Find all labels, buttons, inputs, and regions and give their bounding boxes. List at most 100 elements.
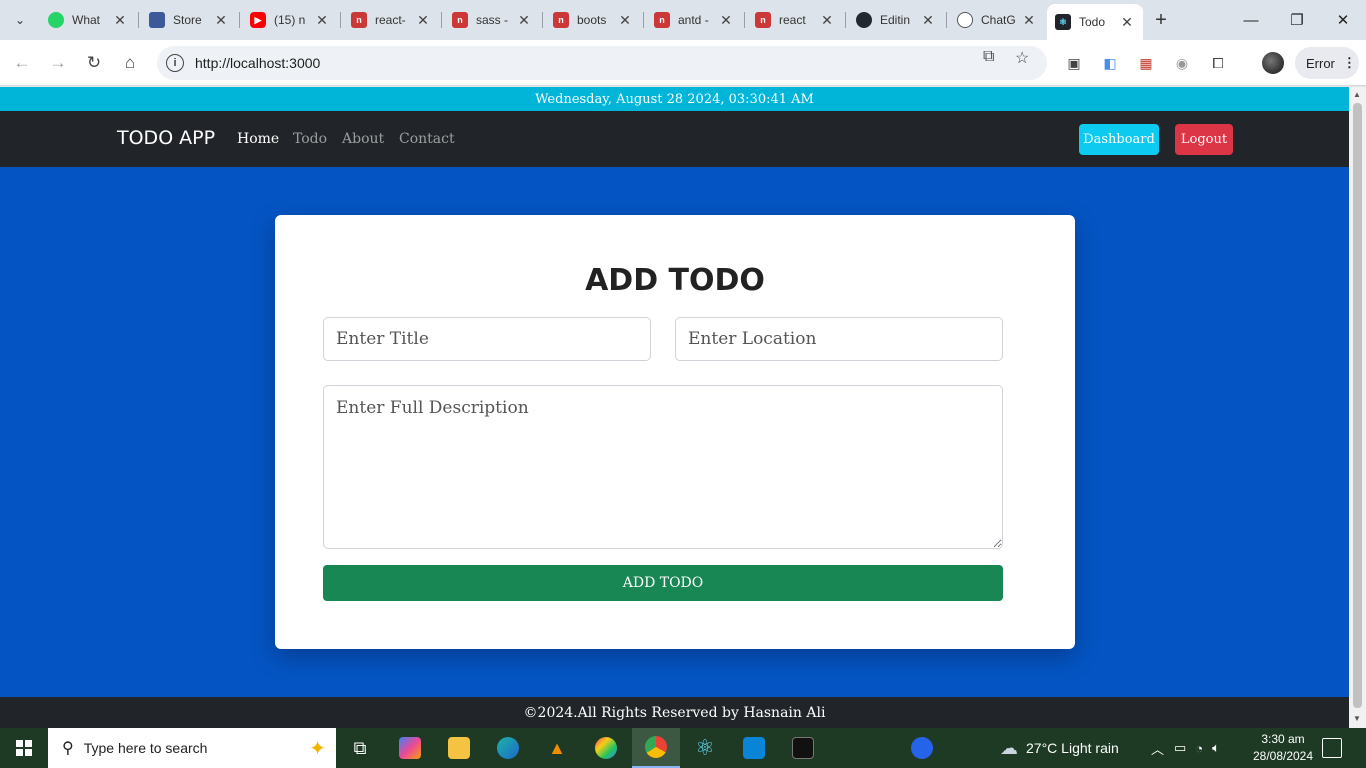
plus-icon: + — [1155, 9, 1167, 31]
nav-link-todo[interactable]: Todo — [293, 131, 327, 147]
home-button[interactable]: ⌂ — [118, 51, 142, 75]
back-button[interactable]: ← — [10, 51, 34, 75]
close-icon[interactable]: ✕ — [112, 12, 128, 29]
scroll-up-icon[interactable]: ▲ — [1353, 90, 1361, 99]
profile-avatar[interactable] — [1262, 52, 1284, 74]
nav-link-contact[interactable]: Contact — [399, 131, 455, 147]
home-icon: ⌂ — [124, 53, 136, 72]
url-text[interactable]: http://localhost:3000 — [195, 55, 320, 71]
taskbar-search[interactable]: ⚲ Type here to search ✦ — [48, 728, 336, 768]
logout-button[interactable]: Logout — [1175, 124, 1233, 155]
close-icon[interactable]: ✕ — [415, 12, 431, 29]
close-icon[interactable]: ✕ — [213, 12, 229, 29]
add-todo-button[interactable]: ADD TODO — [323, 565, 1003, 601]
windows-taskbar: ⚲ Type here to search ✦ ⧉ ▲ ⚛ ☁ 27°C Lig… — [0, 728, 1366, 768]
react-devtools-app[interactable]: ⚛ — [681, 728, 729, 768]
youtube-icon: ▶ — [250, 12, 266, 28]
extensions-puzzle-icon[interactable]: ⧠ — [1207, 52, 1229, 74]
browser-tab[interactable]: Store ✕ — [141, 5, 237, 35]
arrow-right-icon: → — [49, 53, 67, 72]
cloud-rain-icon: ☁ — [1000, 737, 1018, 758]
site-info-icon[interactable]: i — [166, 54, 184, 72]
close-window-button[interactable]: ✕ — [1320, 0, 1366, 40]
browser-tab[interactable]: n sass - ✕ — [444, 5, 540, 35]
npm-icon: n — [351, 12, 367, 28]
open-in-app-icon[interactable]: ⧉ — [983, 48, 994, 66]
close-icon[interactable]: ✕ — [516, 12, 532, 29]
taskbar-clock[interactable]: 3:30 am 28/08/2024 — [1238, 731, 1328, 765]
restore-button[interactable]: ❐ — [1274, 0, 1320, 40]
close-icon[interactable]: ✕ — [1021, 12, 1037, 29]
browser-tab-active[interactable]: ⚛ Todo ✕ — [1047, 4, 1143, 40]
weather-text: 27°C Light rain — [1026, 740, 1119, 756]
weather-widget[interactable]: ☁ 27°C Light rain — [1000, 728, 1119, 768]
terminal-app[interactable] — [779, 728, 827, 768]
browser-tab[interactable]: n react ✕ — [747, 5, 843, 35]
nav-link-home[interactable]: Home — [237, 131, 279, 147]
new-tab-button[interactable]: + — [1150, 9, 1172, 31]
paint-app[interactable] — [582, 728, 630, 768]
volume-icon[interactable]: 🔈︎ — [1212, 740, 1220, 756]
location-input[interactable] — [675, 317, 1003, 361]
title-input[interactable] — [323, 317, 651, 361]
close-icon[interactable]: ✕ — [314, 12, 330, 29]
browser-tab[interactable]: n react- ✕ — [343, 5, 439, 35]
chrome-app[interactable] — [632, 728, 680, 768]
browser-tab[interactable]: ▶ (15) n ✕ — [242, 5, 338, 35]
scrollbar-thumb[interactable] — [1353, 103, 1362, 708]
extension-red-icon[interactable]: ▦ — [1135, 52, 1157, 74]
clock-date: 28/08/2024 — [1252, 749, 1314, 763]
page-viewport: Wednesday, August 28 2024, 03:30:41 AM T… — [0, 87, 1349, 728]
battery-icon[interactable]: ▭ — [1174, 740, 1186, 756]
start-button[interactable] — [0, 728, 48, 768]
extension-translate-icon[interactable]: ◧ — [1099, 52, 1121, 74]
tab-title: Store — [173, 13, 202, 27]
vlc-app[interactable]: ▲ — [533, 728, 581, 768]
close-icon[interactable]: ✕ — [1119, 14, 1135, 31]
close-icon[interactable]: ✕ — [617, 12, 633, 29]
description-textarea[interactable] — [323, 385, 1003, 549]
address-bar[interactable]: i http://localhost:3000 — [157, 46, 1047, 80]
bookmark-star-icon[interactable]: ☆ — [1015, 48, 1029, 68]
vscode-app[interactable] — [730, 728, 778, 768]
copilot-sparkle-icon[interactable]: ✦ — [309, 736, 326, 761]
forward-button[interactable]: → — [46, 51, 70, 75]
browser-tab[interactable]: ChatG ✕ — [949, 5, 1045, 35]
browser-tab-strip: ⌄ What ✕ Store ✕ ▶ (15) n ✕ n react- ✕ n… — [0, 0, 1366, 40]
error-button[interactable]: Error ⋮ — [1295, 47, 1359, 79]
browser-tab[interactable]: What ✕ — [40, 5, 136, 35]
wifi-icon[interactable]: ◔ — [1195, 741, 1203, 756]
minimize-icon: — — [1243, 11, 1259, 29]
edge-app[interactable] — [484, 728, 532, 768]
tab-search-button[interactable]: ⌄ — [6, 7, 34, 33]
camera-icon[interactable]: ◉ — [1171, 52, 1193, 74]
clock-time: 3:30 am — [1261, 732, 1305, 746]
notification-icon[interactable] — [1322, 738, 1342, 758]
github-icon — [856, 12, 872, 28]
close-icon[interactable]: ✕ — [819, 12, 835, 29]
tab-title: boots — [577, 13, 607, 27]
task-view-button[interactable]: ⧉ — [336, 728, 384, 768]
tab-title: antd - — [678, 13, 709, 27]
close-icon[interactable]: ✕ — [920, 12, 936, 29]
system-tray[interactable]: ︿ ▭ ◔ 🔈︎ — [1151, 728, 1220, 768]
browser-tab[interactable]: n antd - ✕ — [646, 5, 742, 35]
close-icon[interactable]: ✕ — [718, 12, 734, 29]
page-scrollbar[interactable]: ▲ ▼ — [1349, 87, 1366, 728]
paint-icon — [595, 737, 617, 759]
help-app[interactable] — [898, 728, 946, 768]
chevron-up-icon[interactable]: ︿ — [1151, 739, 1164, 758]
reload-button[interactable]: ↻ — [82, 51, 106, 75]
copilot-app[interactable] — [386, 728, 434, 768]
browser-tab[interactable]: n boots ✕ — [545, 5, 641, 35]
dashboard-button[interactable]: Dashboard — [1079, 124, 1159, 155]
browser-tab[interactable]: Editin ✕ — [848, 5, 944, 35]
nav-link-about[interactable]: About — [342, 131, 384, 147]
minimize-button[interactable]: — — [1228, 0, 1274, 40]
file-explorer-app[interactable] — [435, 728, 483, 768]
tab-title: Todo — [1079, 15, 1106, 29]
media-control-icon[interactable]: ▣ — [1063, 52, 1085, 74]
scroll-down-icon[interactable]: ▼ — [1353, 714, 1361, 723]
brand-logo[interactable]: TODO APP — [117, 127, 215, 149]
edge-icon — [497, 737, 519, 759]
